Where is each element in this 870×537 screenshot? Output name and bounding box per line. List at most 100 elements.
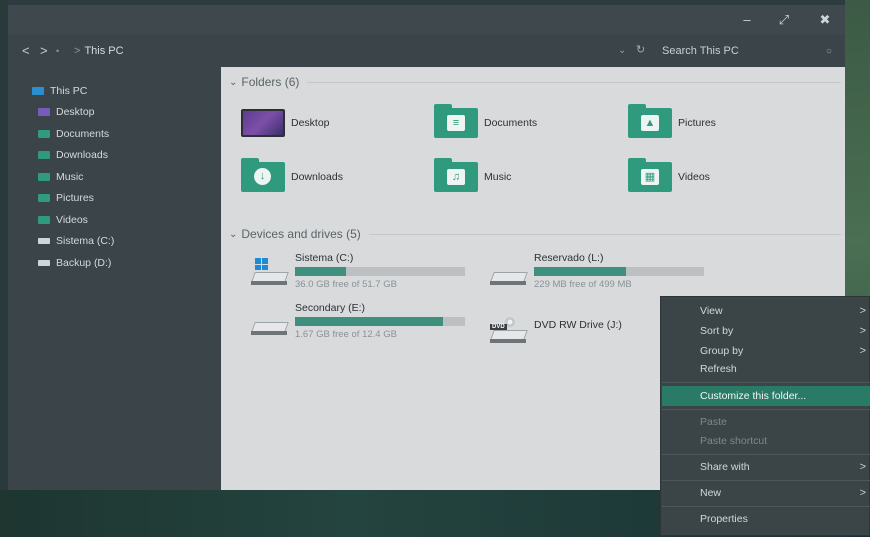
breadcrumb-separator: > xyxy=(74,45,81,57)
group-divider xyxy=(368,233,841,235)
navigation-pane: This PC Desktop Documents Downloads Musi… xyxy=(8,67,220,490)
music-folder-icon: ♫ xyxy=(434,158,478,192)
context-menu: View > Sort by > Group by > Refresh Cust… xyxy=(660,296,870,536)
pictures-folder-icon: ▲ xyxy=(628,104,672,138)
computer-icon xyxy=(32,87,44,95)
menu-item-sort-by[interactable]: Sort by > xyxy=(662,321,870,341)
sidebar-item-label: Documents xyxy=(56,128,110,140)
chevron-right-icon: > xyxy=(859,325,866,337)
menu-item-paste[interactable]: Paste xyxy=(662,412,870,432)
search-icon[interactable]: ○ xyxy=(826,42,832,61)
menu-item-new[interactable]: New > xyxy=(662,483,870,503)
refresh-icon[interactable]: ↻ xyxy=(636,43,645,56)
sidebar-item-music[interactable]: Music xyxy=(38,169,83,185)
menu-item-view[interactable]: View > xyxy=(662,301,870,321)
downloads-folder-icon: ↓ xyxy=(241,158,285,192)
folder-videos[interactable]: ▦ Videos xyxy=(628,158,808,193)
desktop-background-left xyxy=(0,0,8,537)
menu-item-label: New xyxy=(700,487,722,499)
folder-documents[interactable]: ≡ Documents xyxy=(434,104,614,139)
desktop-icon xyxy=(241,109,285,137)
drive-usage-fill xyxy=(295,317,443,326)
drive-usage-fill xyxy=(295,267,346,276)
menu-item-group-by[interactable]: Group by > xyxy=(662,341,870,361)
drive-free-space: 229 MB free of 499 MB xyxy=(534,279,632,290)
breadcrumb-this-pc[interactable]: This PC xyxy=(84,45,123,57)
search-input[interactable]: Search This PC ○ xyxy=(658,42,838,61)
close-button[interactable]: ✖ xyxy=(816,11,834,29)
folder-music[interactable]: ♫ Music xyxy=(434,158,614,193)
menu-item-label: Paste shortcut xyxy=(700,435,768,447)
chevron-right-icon: > xyxy=(859,305,866,317)
drive-name: Reservado (L:) xyxy=(534,252,604,264)
menu-item-refresh[interactable]: Refresh xyxy=(662,359,870,379)
drive-free-space: 36.0 GB free of 51.7 GB xyxy=(295,279,397,290)
drive-usage-bar xyxy=(534,267,704,276)
sidebar-item-documents[interactable]: Documents xyxy=(38,126,109,142)
menu-item-customize-folder[interactable]: Customize this folder... xyxy=(662,386,870,406)
download-icon: ↓ xyxy=(254,168,271,185)
folder-label: Documents xyxy=(484,117,538,129)
drive-name: Sistema (C:) xyxy=(295,252,354,264)
dvd-drive-icon: DVD xyxy=(488,314,528,343)
minimize-button[interactable]: – xyxy=(738,11,756,29)
video-icon: ▦ xyxy=(641,169,659,185)
menu-separator xyxy=(662,409,870,410)
menu-item-label: Sort by xyxy=(700,325,734,337)
address-dropdown-icon[interactable]: ⌄ xyxy=(618,45,626,56)
sidebar-item-downloads[interactable]: Downloads xyxy=(38,147,108,163)
folders-group-label: Folders (6) xyxy=(241,75,300,89)
back-button[interactable]: < xyxy=(22,43,30,59)
drive-sistema-c[interactable]: Sistema (C:) 36.0 GB free of 51.7 GB xyxy=(249,252,479,292)
folder-desktop[interactable]: Desktop xyxy=(241,107,421,139)
sidebar-item-backup-d[interactable]: Backup (D:) xyxy=(38,255,111,271)
menu-item-properties[interactable]: Properties xyxy=(662,509,870,529)
sidebar-item-label: This PC xyxy=(50,85,88,97)
drive-icon xyxy=(38,260,50,266)
forward-button[interactable]: > xyxy=(40,43,48,59)
address-field[interactable]: > This PC xyxy=(68,42,653,61)
videos-folder-icon xyxy=(38,216,50,224)
title-bar[interactable]: – ⤢ ✖ xyxy=(8,5,845,35)
sidebar-item-label: Pictures xyxy=(56,192,94,204)
folders-group-header[interactable]: ⌄ Folders (6) xyxy=(229,75,841,89)
search-placeholder: Search This PC xyxy=(662,45,739,57)
folder-label: Pictures xyxy=(678,117,716,129)
menu-separator xyxy=(662,506,870,507)
folder-pictures[interactable]: ▲ Pictures xyxy=(628,104,808,139)
folder-label: Music xyxy=(484,171,512,183)
sidebar-item-label: Videos xyxy=(56,214,88,226)
chevron-down-icon: ⌄ xyxy=(229,76,238,88)
sidebar-item-sistema-c[interactable]: Sistema (C:) xyxy=(38,233,114,249)
sidebar-item-label: Music xyxy=(56,171,84,183)
folder-downloads[interactable]: ↓ Downloads xyxy=(241,158,421,193)
sidebar-item-label: Sistema (C:) xyxy=(56,235,115,247)
music-icon: ♫ xyxy=(447,169,465,185)
sidebar-item-this-pc[interactable]: This PC xyxy=(32,83,87,99)
maximize-button[interactable]: ⤢ xyxy=(775,11,793,29)
menu-item-label: Group by xyxy=(700,345,744,357)
drive-name: Secondary (E:) xyxy=(295,302,366,314)
sidebar-item-pictures[interactable]: Pictures xyxy=(38,190,94,206)
menu-separator xyxy=(662,382,870,383)
menu-item-share-with[interactable]: Share with > xyxy=(662,457,870,477)
sidebar-item-videos[interactable]: Videos xyxy=(38,212,88,228)
drive-secondary-e[interactable]: Secondary (E:) 1.67 GB free of 12.4 GB xyxy=(249,302,479,342)
documents-folder-icon: ≡ xyxy=(434,104,478,138)
windows-logo-icon xyxy=(255,258,269,270)
drive-usage-fill xyxy=(534,267,626,276)
music-folder-icon xyxy=(38,173,50,181)
drive-free-space: 1.67 GB free of 12.4 GB xyxy=(295,329,397,340)
drives-group-header[interactable]: ⌄ Devices and drives (5) xyxy=(229,227,841,241)
group-divider xyxy=(307,81,841,83)
chevron-down-icon: ⌄ xyxy=(229,228,238,240)
menu-item-paste-shortcut[interactable]: Paste shortcut xyxy=(662,431,870,451)
drives-group-label: Devices and drives (5) xyxy=(241,227,361,241)
menu-separator xyxy=(662,454,870,455)
menu-item-label: Customize this folder... xyxy=(700,390,807,402)
drive-reservado-l[interactable]: Reservado (L:) 229 MB free of 499 MB xyxy=(488,252,718,292)
videos-folder-icon: ▦ xyxy=(628,158,672,192)
recent-locations-button[interactable]: • xyxy=(56,43,59,59)
system-drive-icon xyxy=(249,258,289,285)
sidebar-item-desktop[interactable]: Desktop xyxy=(38,104,95,120)
